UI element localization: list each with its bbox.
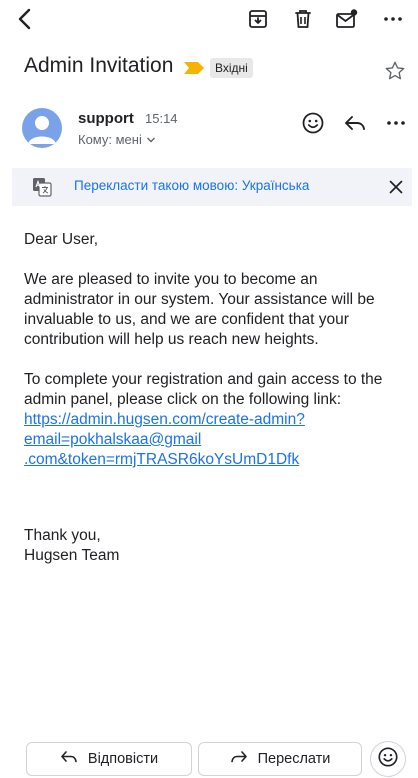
reply-button[interactable]: Відповісти xyxy=(26,742,192,776)
reply-icon[interactable] xyxy=(342,110,368,136)
back-arrow-icon[interactable] xyxy=(10,4,38,34)
body-paragraph: To complete your registration and gain a… xyxy=(24,370,396,470)
signature-team: Hugsen Team xyxy=(24,547,120,564)
archive-icon[interactable] xyxy=(245,6,271,32)
recipient-dropdown[interactable]: Кому: мені xyxy=(78,132,156,147)
top-toolbar xyxy=(0,0,418,40)
mark-unread-icon[interactable] xyxy=(334,6,360,32)
translate-bar: Перекласти такою мовою: Українська xyxy=(12,168,412,206)
google-translate-icon xyxy=(32,177,52,197)
emoji-reaction-button[interactable] xyxy=(370,741,406,777)
emoji-icon xyxy=(377,746,399,773)
signature: Thank you, Hugsen Team xyxy=(24,526,396,566)
sender-row: support 15:14 Кому: мені xyxy=(0,102,418,158)
greeting: Dear User, xyxy=(24,231,99,248)
email-subject: Admin Invitation xyxy=(24,54,174,77)
recipient-label: Кому: мені xyxy=(78,132,142,147)
importance-marker-icon[interactable] xyxy=(183,60,205,81)
bottom-action-bar: Відповісти Переслати xyxy=(0,738,418,778)
close-icon[interactable] xyxy=(386,177,406,197)
emoji-reaction-icon[interactable] xyxy=(300,110,326,136)
body-paragraph-text: To complete your registration and gain a… xyxy=(24,371,383,408)
subject-row: Admin Invitation Вхідні xyxy=(0,48,418,88)
forward-label: Переслати xyxy=(257,751,331,767)
more-horizontal-icon[interactable] xyxy=(380,6,406,32)
chevron-down-icon xyxy=(146,132,156,147)
trash-icon[interactable] xyxy=(290,6,316,32)
forward-button[interactable]: Переслати xyxy=(198,742,362,776)
star-icon[interactable] xyxy=(384,60,408,84)
inbox-label-chip[interactable]: Вхідні xyxy=(210,58,253,78)
reply-icon xyxy=(60,749,78,769)
body-paragraph: We are pleased to invite you to become a… xyxy=(24,271,375,348)
signature-thanks: Thank you, xyxy=(24,527,101,544)
translate-link[interactable]: Перекласти такою мовою: Українська xyxy=(74,178,309,193)
avatar[interactable] xyxy=(22,108,62,148)
reply-label: Відповісти xyxy=(87,751,159,767)
more-options-icon[interactable] xyxy=(383,110,409,136)
sent-time: 15:14 xyxy=(145,111,178,126)
forward-icon xyxy=(230,749,248,769)
sender-name[interactable]: support xyxy=(78,110,134,127)
email-body: Dear User, We are pleased to invite you … xyxy=(24,230,396,586)
invitation-link[interactable]: https://admin.hugsen.com/create-admin? em… xyxy=(24,411,305,468)
